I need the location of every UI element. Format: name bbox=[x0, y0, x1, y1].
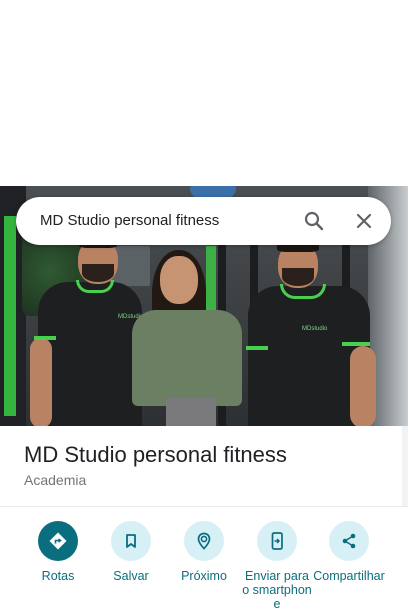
shirt-logo: MDstudio bbox=[302, 326, 328, 332]
search-icon[interactable] bbox=[302, 209, 326, 233]
search-input[interactable]: MD Studio personal fitness bbox=[40, 197, 219, 245]
share-label: Compartilhar bbox=[313, 569, 385, 583]
place-title: MD Studio personal fitness bbox=[24, 442, 287, 467]
nearby-icon bbox=[184, 521, 224, 561]
send-to-phone-button[interactable]: Enviar para o smartphone bbox=[240, 521, 314, 611]
photo-person-right: MDstudio bbox=[244, 238, 380, 426]
bookmark-icon bbox=[111, 521, 151, 561]
nearby-button[interactable]: Próximo bbox=[167, 521, 241, 583]
place-category[interactable]: Academia bbox=[24, 472, 86, 488]
photo-green-wall bbox=[4, 216, 16, 416]
action-buttons: Rotas Salvar Próximo Enviar para o smart… bbox=[0, 521, 408, 612]
send-to-phone-label: Enviar para o smartphone bbox=[242, 569, 312, 611]
search-bar[interactable]: MD Studio personal fitness bbox=[16, 197, 391, 245]
photo-person-center bbox=[130, 246, 245, 426]
share-button[interactable]: Compartilhar bbox=[312, 521, 386, 583]
directions-icon bbox=[38, 521, 78, 561]
share-icon bbox=[329, 521, 369, 561]
top-blank-area bbox=[0, 0, 408, 186]
directions-label: Rotas bbox=[41, 569, 75, 583]
divider bbox=[0, 506, 408, 507]
place-info-panel: MD Studio personal fitness Academia Rota… bbox=[0, 426, 408, 612]
directions-button[interactable]: Rotas bbox=[21, 521, 95, 583]
close-icon[interactable] bbox=[352, 209, 376, 233]
save-label: Salvar bbox=[113, 569, 149, 583]
scrollbar[interactable] bbox=[402, 426, 408, 506]
nearby-label: Próximo bbox=[181, 569, 227, 583]
send-to-phone-icon bbox=[257, 521, 297, 561]
save-button[interactable]: Salvar bbox=[94, 521, 168, 583]
